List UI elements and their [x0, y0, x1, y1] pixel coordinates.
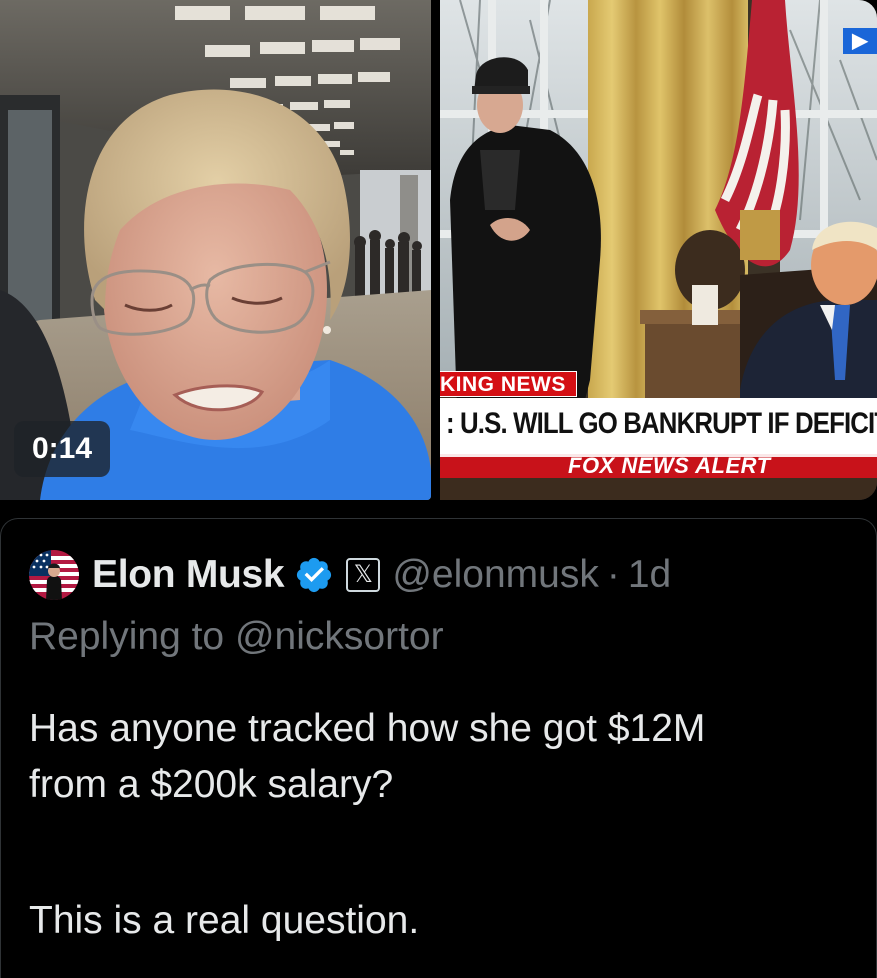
tweet-text: Has anyone tracked how she got $12M from…	[29, 701, 859, 949]
avatar-image	[29, 550, 79, 600]
reply-mention-link[interactable]: @nicksortor	[235, 615, 444, 658]
replying-to: Replying to @nicksortor	[29, 615, 444, 659]
tweet-text-line: from a $200k salary?	[29, 763, 394, 806]
quoted-tweet-card[interactable]: Elon Musk 𝕏 @elonmusk · 1d Replying to @…	[0, 518, 877, 978]
verified-badge-icon	[297, 557, 332, 593]
handle[interactable]: @elonmusk	[392, 553, 599, 597]
replying-to-label: Replying to	[29, 615, 225, 658]
tweet-media[interactable]: 0:14 ▶ KING NEWS: U.S. WILL GO BANKRUPT…	[0, 0, 877, 500]
news-ticker-label: KING NEWS	[440, 371, 577, 397]
timestamp[interactable]: 1d	[628, 553, 671, 597]
video-left-frame[interactable]: 0:14	[0, 0, 431, 500]
x-logo-icon[interactable]: 𝕏	[346, 558, 381, 592]
news-headline: : U.S. WILL GO BANKRUPT IF DEFICIT	[446, 407, 877, 440]
news-headline-bar: : U.S. WILL GO BANKRUPT IF DEFICIT	[440, 398, 877, 454]
separator-dot: ·	[606, 553, 620, 596]
channel-bug-icon: ▶	[843, 28, 877, 54]
video-right-frame[interactable]: ▶ KING NEWS : U.S. WILL GO BANKRUPT IF D…	[440, 0, 877, 500]
video-duration-badge: 0:14	[14, 421, 110, 477]
tweet-text-line: This is a real question.	[29, 899, 420, 942]
tweet-text-line: Has anyone tracked how she got $12M	[29, 707, 706, 750]
news-alert-label: FOX NEWS ALERT	[568, 454, 771, 478]
avatar[interactable]	[29, 550, 79, 600]
quoted-tweet-header: Elon Musk 𝕏 @elonmusk · 1d	[29, 549, 671, 601]
display-name[interactable]: Elon Musk	[92, 553, 285, 597]
news-alert-bar: FOX NEWS ALERT	[440, 454, 877, 478]
